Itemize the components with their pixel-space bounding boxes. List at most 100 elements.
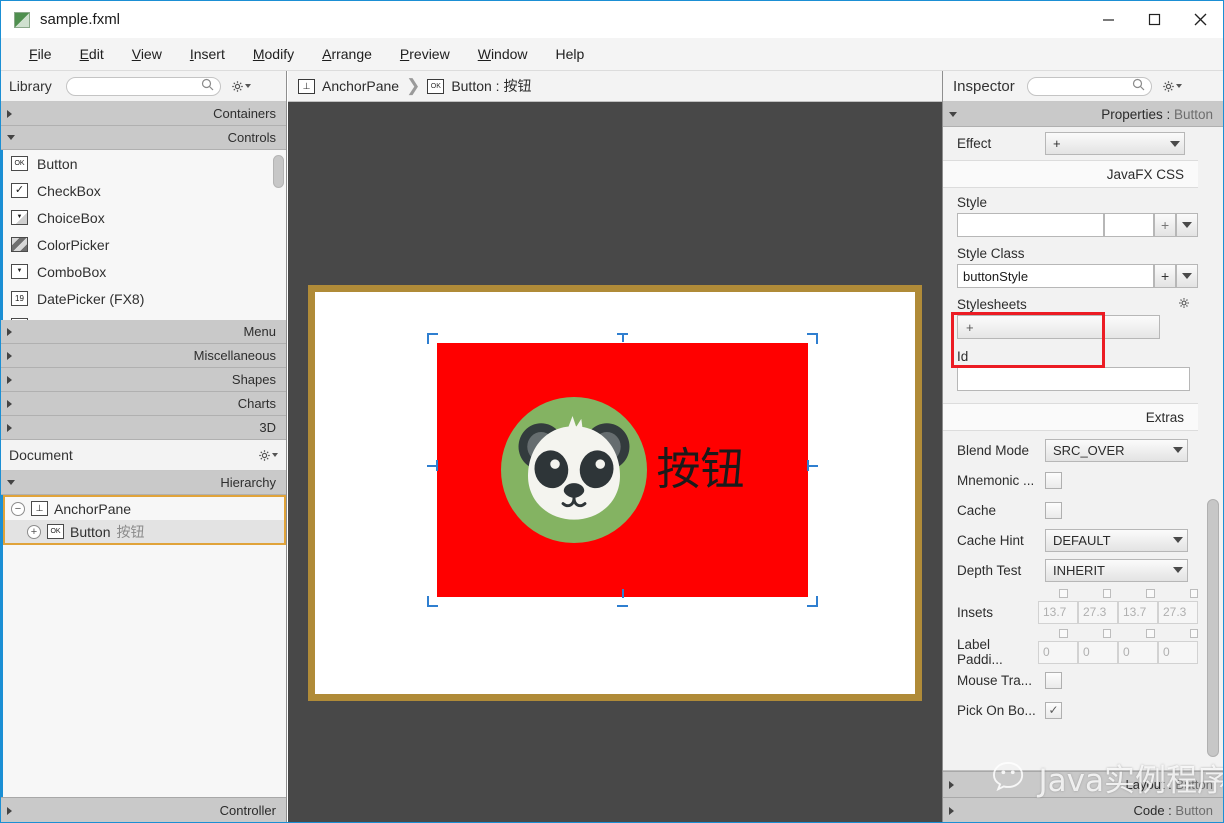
menu-insert[interactable]: Insert xyxy=(176,42,239,66)
chevron-right-icon xyxy=(7,806,12,815)
breadcrumb-root[interactable]: AnchorPane xyxy=(322,78,399,94)
menu-preview[interactable]: Preview xyxy=(386,42,464,66)
library-item-combobox[interactable]: ▼ ComboBox xyxy=(3,258,286,285)
insets-top[interactable]: 13.7 xyxy=(1038,600,1078,624)
insets-right[interactable]: 27.3 xyxy=(1078,600,1118,624)
library-item-htmleditor[interactable]: <> HTMLEditor xyxy=(3,312,286,320)
close-button[interactable] xyxy=(1177,1,1223,38)
effect-combo[interactable]: + xyxy=(1045,132,1185,155)
library-search[interactable] xyxy=(65,76,221,96)
datepicker-icon: 19 xyxy=(11,291,28,306)
library-item-datepicker[interactable]: 19 DatePicker (FX8) xyxy=(3,285,286,312)
menu-view[interactable]: View xyxy=(118,42,176,66)
label-padding-tick[interactable] xyxy=(1146,628,1155,638)
breadcrumb-leaf[interactable]: Button : 按钮 xyxy=(451,76,531,96)
library-item-checkbox[interactable]: ✓ CheckBox xyxy=(3,177,286,204)
style-input-secondary[interactable] xyxy=(1104,213,1155,237)
library-item-button[interactable]: OK Button xyxy=(3,150,286,177)
style-class-menu-button[interactable] xyxy=(1176,264,1198,288)
library-section-controls[interactable]: Controls xyxy=(1,126,286,150)
chevron-right-icon xyxy=(7,327,12,336)
inspector-search[interactable] xyxy=(1026,76,1152,96)
library-gear-menu[interactable] xyxy=(231,80,251,93)
library-section-menu[interactable]: Menu xyxy=(1,320,286,344)
menu-help[interactable]: Help xyxy=(542,42,599,66)
document-section-controller[interactable]: Controller xyxy=(1,797,286,822)
hierarchy-selection-outline: − ⊥ AnchorPane + OK Button 按钮 xyxy=(3,495,286,545)
menu-window[interactable]: Window xyxy=(464,42,542,66)
menu-file[interactable]: File xyxy=(15,42,66,66)
label-padding-bottom[interactable]: 0 xyxy=(1118,640,1158,664)
hierarchy-label: Hierarchy xyxy=(220,475,276,490)
insets-left[interactable]: 27.3 xyxy=(1158,600,1198,624)
style-class-input[interactable]: buttonStyle xyxy=(957,264,1155,288)
tree-row-anchorpane[interactable]: − ⊥ AnchorPane xyxy=(5,497,284,520)
mouse-transparent-label: Mouse Tra... xyxy=(957,672,1033,688)
document-section-hierarchy[interactable]: Hierarchy xyxy=(1,471,286,495)
extras-band: Extras xyxy=(943,403,1198,431)
menu-modify[interactable]: Modify xyxy=(239,42,308,66)
library-section-shapes[interactable]: Shapes xyxy=(1,368,286,392)
layout-section-header[interactable]: Layout : Button xyxy=(943,771,1223,797)
insets-bottom[interactable]: 13.7 xyxy=(1118,600,1158,624)
blend-mode-combo[interactable]: SRC_OVER xyxy=(1045,438,1188,462)
mouse-transparent-checkbox[interactable] xyxy=(1045,671,1062,689)
tree-row-button[interactable]: + OK Button 按钮 xyxy=(5,520,284,543)
library-header: Library xyxy=(1,71,286,102)
pick-on-bounds-label: Pick On Bo... xyxy=(957,702,1036,718)
id-input[interactable] xyxy=(957,367,1190,391)
chevron-down-icon xyxy=(1173,567,1183,573)
insets-tick[interactable] xyxy=(1102,588,1111,598)
library-section-charts[interactable]: Charts xyxy=(1,392,286,416)
hierarchy-tree[interactable]: − ⊥ AnchorPane + OK Button 按钮 xyxy=(1,495,286,797)
cache-checkbox[interactable] xyxy=(1045,501,1062,519)
chevron-down-icon xyxy=(7,135,15,140)
style-add-button[interactable]: + xyxy=(1154,213,1177,237)
minimize-button[interactable] xyxy=(1085,1,1131,38)
mnemonic-checkbox[interactable] xyxy=(1045,471,1062,489)
anchorpane-node[interactable]: 按钮 xyxy=(308,285,922,701)
label-padding-tick[interactable] xyxy=(1059,628,1068,638)
label-padding-tick[interactable] xyxy=(1189,628,1198,638)
library-section-3d[interactable]: 3D xyxy=(1,416,286,440)
button-node[interactable]: 按钮 xyxy=(437,343,808,597)
code-section-header[interactable]: Code : Button xyxy=(943,797,1223,822)
design-canvas[interactable]: 按钮 xyxy=(288,102,942,822)
inspector-search-input[interactable] xyxy=(1033,78,1132,94)
label-padding-top[interactable]: 0 xyxy=(1038,640,1078,664)
menu-edit[interactable]: Edit xyxy=(66,42,118,66)
maximize-button[interactable] xyxy=(1131,1,1177,38)
library-section-miscellaneous[interactable]: Miscellaneous xyxy=(1,344,286,368)
library-item-colorpicker[interactable]: ColorPicker xyxy=(3,231,286,258)
library-item-choicebox[interactable]: ▼ ChoiceBox xyxy=(3,204,286,231)
depth-test-combo[interactable]: INHERIT xyxy=(1045,558,1188,582)
menu-arrange[interactable]: Arrange xyxy=(308,42,386,66)
inspector-scrollbar-thumb[interactable] xyxy=(1207,499,1219,757)
style-class-add-button[interactable]: + xyxy=(1154,264,1177,288)
library-scrollbar-thumb[interactable] xyxy=(273,155,284,188)
scenebuilder-window: sample.fxml File Edit View Insert Modify… xyxy=(0,0,1224,823)
label-padding-left[interactable]: 0 xyxy=(1158,640,1198,664)
label-padding-right[interactable]: 0 xyxy=(1078,640,1118,664)
breadcrumb: ⊥ AnchorPane ❯ OK Button : 按钮 xyxy=(288,71,942,102)
stylesheets-gear-icon[interactable] xyxy=(1178,297,1190,312)
style-input[interactable] xyxy=(957,213,1105,237)
inspector-scroll-area[interactable]: Effect + JavaFX CSS Style + Style Class … xyxy=(943,127,1223,771)
insets-tick[interactable] xyxy=(1189,588,1198,598)
expand-icon[interactable]: + xyxy=(27,524,41,539)
library-search-input[interactable] xyxy=(72,78,201,94)
label-padding-tick[interactable] xyxy=(1102,628,1111,638)
inspector-scrollbar[interactable] xyxy=(1207,499,1219,757)
cache-hint-combo[interactable]: DEFAULT xyxy=(1045,528,1188,552)
library-section-containers[interactable]: Containers xyxy=(1,102,286,126)
insets-tick[interactable] xyxy=(1059,588,1068,598)
properties-section-header[interactable]: Properties : Button xyxy=(943,102,1223,127)
document-gear-menu[interactable] xyxy=(258,449,278,462)
insets-tick[interactable] xyxy=(1146,588,1155,598)
style-menu-button[interactable] xyxy=(1176,213,1198,237)
library-scrollbar[interactable] xyxy=(273,155,284,310)
collapse-icon[interactable]: − xyxy=(11,501,25,516)
library-control-list[interactable]: OK Button ✓ CheckBox ▼ ChoiceBox ColorPi… xyxy=(1,150,286,320)
inspector-gear-menu[interactable] xyxy=(1162,80,1182,93)
pick-on-bounds-checkbox[interactable]: ✓ xyxy=(1045,701,1062,719)
